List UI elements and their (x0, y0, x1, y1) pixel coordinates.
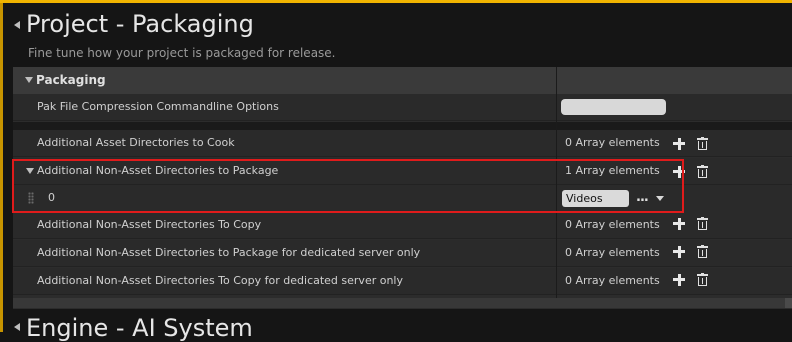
column-divider[interactable] (556, 67, 557, 307)
delete-icon[interactable] (697, 273, 708, 286)
array-count: 1 Array elements (565, 164, 660, 177)
array-element-row: 0 (13, 185, 792, 213)
element-menu-button[interactable]: ... (636, 190, 649, 205)
drag-handle-icon[interactable] (28, 192, 34, 204)
category-label: Packaging (36, 73, 106, 87)
array-count: 0 Array elements (565, 218, 660, 231)
property-label: Additional Non-Asset Directories to Pack… (37, 164, 279, 177)
property-row-pak-compression: Pak File Compression Commandline Options (13, 94, 792, 121)
next-section-collapse-icon[interactable] (14, 323, 20, 331)
category-collapse-icon[interactable] (25, 77, 33, 83)
category-header-packaging[interactable] (13, 67, 792, 94)
array-count: 0 Array elements (565, 246, 660, 259)
delete-icon[interactable] (697, 245, 708, 258)
add-element-icon[interactable] (673, 274, 685, 286)
directory-path-input[interactable]: Videos (562, 190, 629, 207)
delete-icon[interactable] (697, 137, 708, 150)
delete-icon[interactable] (697, 165, 708, 178)
section-description: Fine tune how your project is packaged f… (28, 46, 336, 60)
section-collapse-icon[interactable] (14, 21, 20, 29)
array-count: 0 Array elements (565, 136, 660, 149)
section-title: Project - Packaging (26, 10, 254, 38)
add-element-icon[interactable] (673, 246, 685, 258)
expand-array-icon[interactable] (26, 168, 34, 174)
property-label: Additional Non-Asset Directories To Copy (37, 218, 262, 231)
array-count: 0 Array elements (565, 274, 660, 287)
horizontal-scrollbar[interactable] (13, 298, 792, 308)
dropdown-arrow-icon[interactable] (656, 196, 664, 201)
property-label: Additional Non-Asset Directories to Pack… (37, 246, 421, 259)
pak-compression-input[interactable] (561, 99, 666, 115)
add-element-icon[interactable] (673, 138, 685, 150)
add-element-icon[interactable] (673, 166, 685, 178)
element-index: 0 (48, 191, 55, 204)
delete-icon[interactable] (697, 217, 708, 230)
property-label: Additional Asset Directories to Cook (37, 136, 235, 149)
next-section-title: Engine - AI System (26, 314, 253, 342)
add-element-icon[interactable] (673, 218, 685, 230)
accent-left-border (0, 3, 3, 332)
scrollbar-thumb[interactable] (785, 298, 792, 308)
row-separator (13, 122, 792, 130)
property-label: Additional Non-Asset Directories To Copy… (37, 274, 403, 287)
property-label: Pak File Compression Commandline Options (37, 100, 279, 113)
